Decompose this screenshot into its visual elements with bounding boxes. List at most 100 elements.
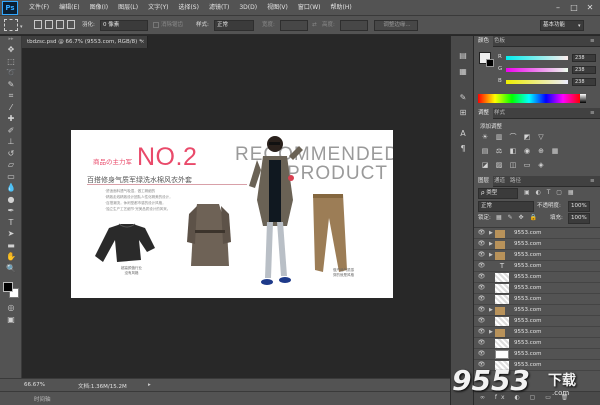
expand-arrow-icon[interactable]: ▶ [489,306,493,315]
chevron-down-icon[interactable]: ▾ [20,24,23,30]
expand-arrow-icon[interactable]: ▶ [489,229,493,238]
timeline-label[interactable]: 时间轴 [34,395,51,403]
character-panel-icon[interactable]: A [457,128,469,139]
zoom-tool-icon[interactable]: 🔍 [0,263,22,275]
menu-image[interactable]: 图像(I) [85,0,113,16]
exposure-icon[interactable]: ◩ [522,133,532,142]
hand-tool-icon[interactable]: ✋ [0,251,22,263]
layer-row[interactable]: 👁 9553.com [474,338,600,349]
close-window-button[interactable]: ✕ [584,2,596,13]
refine-edge-button[interactable]: 调整边缘... [374,20,418,31]
visibility-eye-icon[interactable]: 👁 [477,284,486,292]
gradient-tool-icon[interactable]: ▭ [0,171,22,183]
brush-panel-icon[interactable]: ✎ [457,92,469,103]
channel-mixer-icon[interactable]: ⊕ [536,147,546,156]
layer-filter-icons[interactable]: ▣ ◐ T ▢ ▦ [524,189,576,196]
menu-window[interactable]: 窗口(W) [293,0,326,16]
status-menu-arrow-icon[interactable]: ▸ [148,382,151,388]
antialias-checkbox[interactable] [153,22,159,28]
dodge-tool-icon[interactable]: ● [0,194,22,206]
channel-b-value[interactable]: 238 [572,78,596,86]
crop-tool-icon[interactable]: ⌗ [0,90,22,102]
visibility-eye-icon[interactable]: 👁 [477,350,486,358]
layer-row[interactable]: 👁 ▶ 9553.com [474,250,600,261]
photo-filter-icon[interactable]: ◉ [522,147,532,156]
layer-row[interactable]: 👁 T 9553.com [474,261,600,272]
tab-swatches[interactable]: 色板 [490,36,509,47]
intersect-selection-icon[interactable] [67,20,75,29]
fill-input[interactable]: 100% [568,213,590,224]
layer-row[interactable]: 👁 ▶ 9553.com [474,228,600,239]
history-brush-tool-icon[interactable]: ↺ [0,148,22,160]
channel-g-slider[interactable] [506,68,568,72]
visibility-eye-icon[interactable]: 👁 [477,317,486,325]
color-lookup-icon[interactable]: ▦ [550,147,560,156]
paragraph-panel-icon[interactable]: ¶ [457,143,469,154]
workspace-chevron-icon[interactable]: ▾ [578,23,581,29]
canvas-image[interactable]: 商品の主力军 NO.2 百搭修身气质军绿洗水棉风衣外套 ·舒适面料透气吸湿，做工… [71,130,393,298]
layer-filter-select[interactable]: ρ 类型 [478,188,518,199]
quick-select-tool-icon[interactable]: ✎ [0,79,22,91]
layer-row[interactable]: 👁 9553.com [474,349,600,360]
move-tool-icon[interactable]: ✥ [0,44,22,56]
visibility-eye-icon[interactable]: 👁 [477,328,486,336]
visibility-eye-icon[interactable]: 👁 [477,339,486,347]
panel-menu-icon[interactable]: ≡ [586,36,599,47]
visibility-eye-icon[interactable]: 👁 [477,240,486,248]
properties-panel-icon[interactable]: ▦ [457,66,469,77]
channel-r-slider[interactable] [506,56,568,60]
clone-source-icon[interactable]: ⊞ [457,107,469,118]
shape-tool-icon[interactable]: ▬ [0,240,22,252]
visibility-eye-icon[interactable]: 👁 [477,229,486,237]
hue-saturation-icon[interactable]: ▤ [480,147,490,156]
expand-arrow-icon[interactable]: ▶ [489,328,493,337]
path-select-tool-icon[interactable]: ➤ [0,228,22,240]
swap-icon[interactable]: ⇄ [312,20,317,31]
zoom-level[interactable]: 66.67% [24,382,45,388]
menu-type[interactable]: 文字(Y) [143,0,173,16]
menu-3d[interactable]: 3D(D) [234,0,262,16]
threshold-icon[interactable]: ◫ [508,161,518,170]
channel-r-value[interactable]: 238 [572,54,596,62]
menu-edit[interactable]: 编辑(E) [54,0,84,16]
gradient-map-icon[interactable]: ▭ [522,161,532,170]
lasso-tool-icon[interactable]: ➰ [0,67,22,79]
subtract-selection-icon[interactable] [56,20,64,29]
layer-row[interactable]: 👁 9553.com [474,316,600,327]
brush-tool-icon[interactable]: ✐ [0,125,22,137]
tab-styles[interactable]: 样式 [490,108,509,119]
visibility-eye-icon[interactable]: 👁 [477,306,486,314]
maximize-button[interactable]: □ [568,2,580,13]
opacity-input[interactable]: 100% [568,201,590,212]
feather-input[interactable]: 0 像素 [100,20,148,31]
menu-file[interactable]: 文件(F) [24,0,54,16]
healing-brush-tool-icon[interactable]: ✚ [0,113,22,125]
selective-color-icon[interactable]: ◈ [536,161,546,170]
curves-icon[interactable]: ⌒ [508,133,518,142]
marquee-tool-icon[interactable]: ⬚ [0,56,22,68]
channel-b-slider[interactable] [506,80,568,84]
black-white-icon[interactable]: ◧ [508,147,518,156]
screen-mode-icon[interactable]: ▣ [0,314,22,326]
eyedropper-tool-icon[interactable]: ⁄ [0,102,22,114]
brightness-icon[interactable]: ☀ [480,133,490,142]
visibility-eye-icon[interactable]: 👁 [477,262,486,270]
history-panel-icon[interactable]: ▤ [457,50,469,61]
add-selection-icon[interactable] [45,20,53,29]
layer-row[interactable]: 👁 9553.com [474,283,600,294]
type-tool-icon[interactable]: T [0,217,22,229]
channel-g-value[interactable]: 238 [572,66,596,74]
panel-menu-icon[interactable]: ≡ [586,176,599,187]
marquee-preset-icon[interactable] [4,19,18,31]
invert-icon[interactable]: ◪ [480,161,490,170]
height-input[interactable] [340,20,368,31]
clone-stamp-tool-icon[interactable]: ⊥ [0,136,22,148]
visibility-eye-icon[interactable]: 👁 [477,273,486,281]
visibility-eye-icon[interactable]: 👁 [477,251,486,259]
grayscale-ramp[interactable] [580,94,586,103]
quick-mask-icon[interactable]: ◎ [0,302,22,314]
visibility-eye-icon[interactable]: 👁 [477,295,486,303]
layer-row[interactable]: 👁 ▶ 9553.com [474,327,600,338]
style-select[interactable]: 正常 [214,20,254,31]
vibrance-icon[interactable]: ▽ [536,133,546,142]
